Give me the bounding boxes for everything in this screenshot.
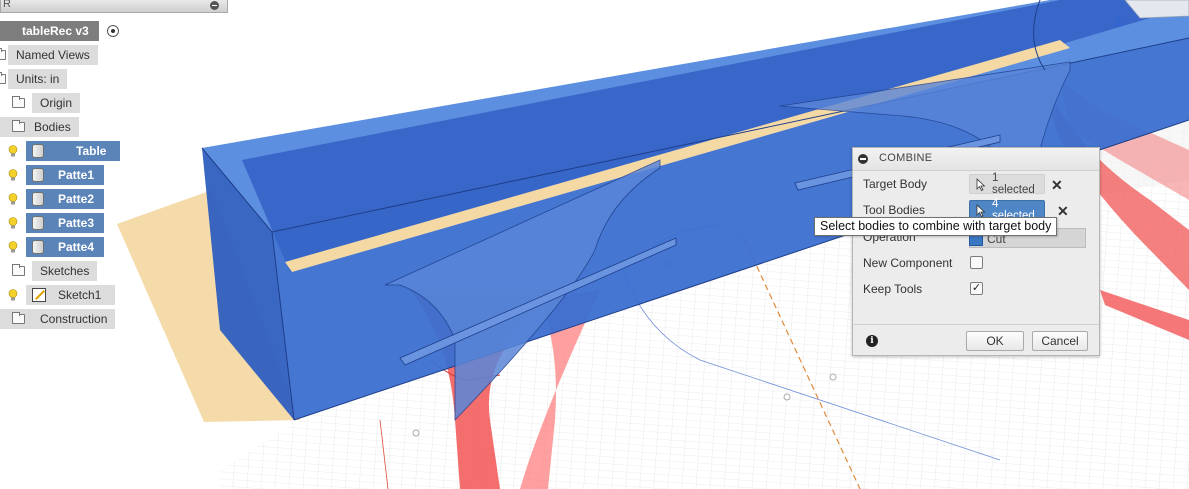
folder-icon xyxy=(0,45,6,65)
dialog-title: COMBINE xyxy=(879,152,933,164)
lightbulb-icon[interactable] xyxy=(6,213,20,233)
browser-item-body-patte3[interactable]: Patte3 xyxy=(0,213,105,233)
target-body-label: Target Body xyxy=(863,177,928,191)
info-icon[interactable]: i xyxy=(866,335,878,347)
browser-item-origin[interactable]: Origin xyxy=(0,93,81,113)
keep-tools-checkbox[interactable]: ✓ xyxy=(970,282,983,295)
radio-active-icon[interactable] xyxy=(106,21,119,41)
browser-item-construction[interactable]: Construction xyxy=(0,309,116,329)
sketch-point xyxy=(829,373,837,381)
cancel-button[interactable]: Cancel xyxy=(1032,331,1088,351)
body-icon xyxy=(30,213,46,233)
folder-icon xyxy=(10,309,26,329)
browser-item-label: Named Views xyxy=(8,45,98,65)
browser-item-units[interactable]: Units: in xyxy=(0,69,68,89)
browser-item-label: Origin xyxy=(32,93,81,113)
sketch-point xyxy=(783,393,791,401)
browser-item-sketch1[interactable]: Sketch1 xyxy=(0,285,116,305)
browser-item-body-patte4[interactable]: Patte4 xyxy=(0,237,105,257)
clear-tool-bodies-close-icon[interactable]: ✕ xyxy=(1057,204,1069,218)
tool-bodies-label: Tool Bodies xyxy=(863,203,926,217)
folder-icon xyxy=(10,261,26,281)
sketch-icon xyxy=(31,285,47,305)
browser-header-label: R xyxy=(3,0,11,10)
lightbulb-icon[interactable] xyxy=(6,165,20,185)
target-body-value: 1 selected xyxy=(991,172,1035,196)
sketch-point xyxy=(412,429,420,437)
lightbulb-icon[interactable] xyxy=(6,285,20,305)
combine-dialog: COMBINE Target Body 1 selected ✕ Tool Bo… xyxy=(852,147,1100,356)
dialog-title-bar[interactable]: COMBINE xyxy=(853,148,1099,171)
dialog-divider xyxy=(853,324,1099,325)
collapse-icon[interactable] xyxy=(210,1,219,10)
body-icon xyxy=(30,165,46,185)
browser-item-body-table[interactable]: Table xyxy=(0,141,121,161)
cursor-icon xyxy=(976,177,986,191)
browser-item-body-patte2[interactable]: Patte2 xyxy=(0,189,105,209)
ok-button[interactable]: OK xyxy=(966,331,1024,351)
body-icon xyxy=(30,189,46,209)
lightbulb-icon[interactable] xyxy=(6,189,20,209)
cursor-icon xyxy=(976,203,986,217)
folder-icon xyxy=(10,93,26,113)
body-icon xyxy=(30,237,46,257)
keep-tools-label: Keep Tools xyxy=(863,282,923,296)
lightbulb-icon[interactable] xyxy=(6,141,20,161)
tooltip: Select bodies to combine with target bod… xyxy=(814,217,1058,236)
browser-item-body-patte1[interactable]: Patte1 xyxy=(0,165,105,185)
browser-item-sketches[interactable]: Sketches xyxy=(0,261,98,281)
lightbulb-icon[interactable] xyxy=(6,237,20,257)
browser-item-named-views[interactable]: Named Views xyxy=(0,45,98,65)
browser-header: R xyxy=(0,0,228,13)
browser-item-label: Units: in xyxy=(8,69,68,89)
browser-root-component[interactable]: tableRec v3 xyxy=(0,21,119,41)
document-icon xyxy=(0,69,6,89)
folder-icon xyxy=(10,117,26,137)
new-component-checkbox[interactable] xyxy=(970,256,983,269)
viewcube-axis-z: Z xyxy=(1114,15,1122,29)
root-label: tableRec v3 xyxy=(0,21,99,41)
body-icon xyxy=(30,141,46,161)
collapse-dialog-icon[interactable] xyxy=(858,154,868,164)
browser-item-bodies[interactable]: Bodies xyxy=(0,117,79,137)
browser-item-label: Sketches xyxy=(32,261,98,281)
target-body-selector[interactable]: 1 selected xyxy=(969,172,1045,196)
clear-target-body-close-icon[interactable]: ✕ xyxy=(1051,178,1063,192)
new-component-label: New Component xyxy=(863,256,953,270)
